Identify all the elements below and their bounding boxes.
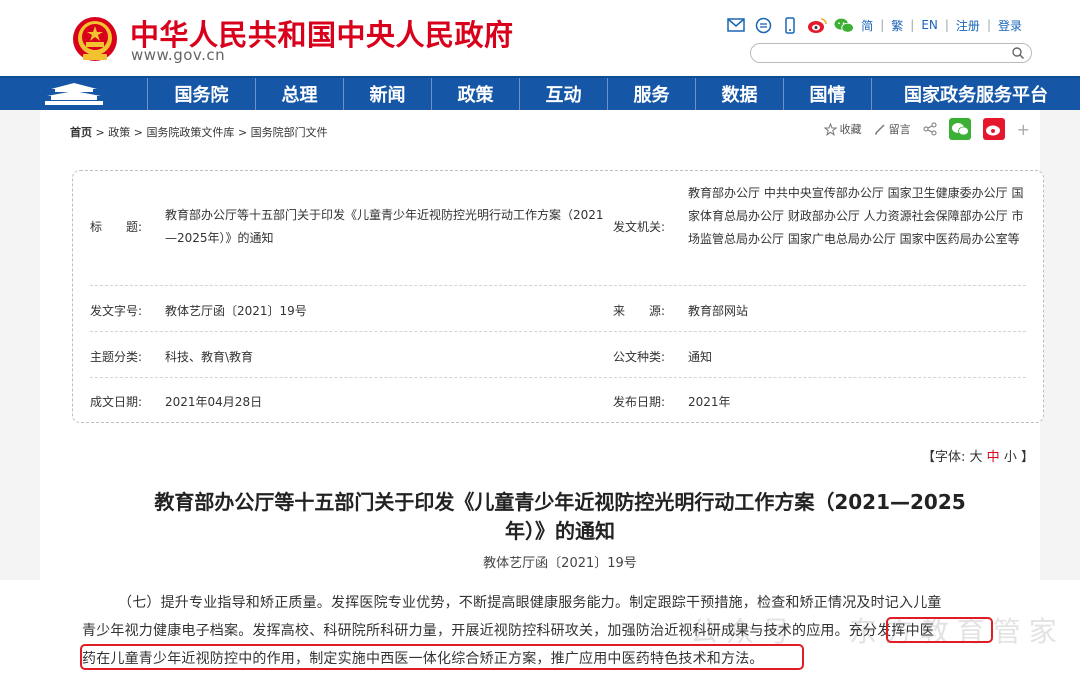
main-nav: 国务院 总理 新闻 政策 互动 服务 数据 国情 国家政务服务平台 bbox=[0, 76, 1080, 110]
share-weibo-button[interactable] bbox=[982, 118, 1005, 140]
breadcrumb-policy[interactable]: 政策 bbox=[108, 126, 130, 139]
divider: | bbox=[986, 18, 991, 32]
share-wechat-button[interactable] bbox=[948, 118, 971, 140]
title-label: 标 题: bbox=[90, 220, 143, 234]
comment-label: 留言 bbox=[888, 123, 911, 136]
date-value: 2021年04月28日 bbox=[165, 395, 263, 409]
top-links: 简 | 繁 | EN | 注册 | 登录 bbox=[726, 16, 1022, 34]
top-link-login[interactable]: 登录 bbox=[998, 17, 1022, 34]
divider: | bbox=[880, 18, 885, 32]
nav-item-interaction[interactable]: 互动 bbox=[520, 78, 608, 110]
top-link-simplified[interactable]: 简 bbox=[861, 17, 873, 34]
source-label: 来 源: bbox=[613, 304, 666, 318]
nav-item-news[interactable]: 新闻 bbox=[344, 78, 432, 110]
breadcrumb-separator: > bbox=[95, 126, 109, 139]
share-icon[interactable] bbox=[923, 122, 937, 136]
nav-home-button[interactable] bbox=[0, 78, 148, 110]
more-share-icon[interactable]: + bbox=[1017, 120, 1030, 139]
national-emblem-icon[interactable] bbox=[71, 14, 119, 64]
top-link-english[interactable]: EN bbox=[921, 18, 938, 32]
issuer-label: 发文机关: bbox=[613, 220, 666, 234]
info-row-topic: 主题分类: 科技、教育\教育 公文种类: 通知 bbox=[90, 332, 1026, 378]
paragraph-line: 青少年视力健康电子档案。发挥高校、科研院所科研力量，开展近视防控科研攻关，加强防… bbox=[82, 623, 934, 639]
highlight-box bbox=[80, 644, 804, 670]
divider: | bbox=[910, 18, 915, 32]
search-icon[interactable] bbox=[1011, 46, 1025, 60]
divider: | bbox=[944, 18, 949, 32]
nav-item-policy[interactable]: 政策 bbox=[432, 78, 520, 110]
font-size-prefix: 【字体: bbox=[921, 450, 966, 465]
star-icon bbox=[823, 122, 837, 136]
favorite-button[interactable]: 收藏 bbox=[823, 121, 862, 137]
font-size-medium[interactable]: 中 bbox=[987, 450, 1000, 465]
document-title-line: 教育部办公厅等十五部门关于印发《儿童青少年近视防控光明行动工作方案（2021—2… bbox=[154, 490, 966, 514]
mobile-icon[interactable] bbox=[780, 16, 800, 34]
date-label: 成文日期: bbox=[90, 395, 143, 409]
doc-type-value: 通知 bbox=[688, 350, 713, 364]
info-row-docno: 发文字号: 教体艺厅函〔2021〕19号 来 源: 教育部网站 bbox=[90, 286, 1026, 332]
nav-item-national-info[interactable]: 国情 bbox=[784, 78, 872, 110]
page-actions: 收藏 留言 + bbox=[823, 118, 1030, 140]
nav-item-premier[interactable]: 总理 bbox=[256, 78, 344, 110]
weibo-icon[interactable] bbox=[807, 16, 827, 34]
nav-item-gov-service-platform[interactable]: 国家政务服务平台 bbox=[872, 78, 1080, 110]
favorite-label: 收藏 bbox=[839, 123, 862, 136]
top-link-register[interactable]: 注册 bbox=[956, 17, 980, 34]
document-number: 教体艺厅函〔2021〕19号 bbox=[483, 556, 637, 571]
site-header: 中华人民共和国中央人民政府 www.gov.cn 简 | 繁 | EN | 注册… bbox=[0, 0, 1080, 76]
top-link-traditional[interactable]: 繁 bbox=[891, 17, 903, 34]
breadcrumb-separator: > bbox=[237, 126, 251, 139]
breadcrumb-separator: > bbox=[133, 126, 147, 139]
main-content: 首页 > 政策 > 国务院政策文件库 > 国务院部门文件 收藏 留言 + 标 题… bbox=[40, 110, 1044, 580]
info-row-title: 标 题: 教育部办公厅等十五部门关于印发《儿童青少年近视防控光明行动工作方案（2… bbox=[90, 171, 1026, 286]
document-title-line: 年）》的通知 bbox=[505, 519, 615, 543]
mail-icon[interactable] bbox=[726, 16, 746, 34]
article-body: 公众号 · 东方教育管家 （七）提升专业指导和矫正质量。发挥医院专业优势，不断提… bbox=[0, 580, 1080, 673]
wechat-icon bbox=[951, 123, 969, 136]
site-url[interactable]: www.gov.cn bbox=[131, 46, 225, 64]
topic-value: 科技、教育\教育 bbox=[165, 350, 254, 364]
doc-no-value: 教体艺厅函〔2021〕19号 bbox=[165, 304, 307, 318]
nav-item-data[interactable]: 数据 bbox=[696, 78, 784, 110]
nav-item-state-council[interactable]: 国务院 bbox=[148, 78, 256, 110]
document-info-table: 标 题: 教育部办公厅等十五部门关于印发《儿童青少年近视防控光明行动工作方案（2… bbox=[72, 170, 1044, 423]
publish-date-label: 发布日期: bbox=[613, 395, 666, 409]
breadcrumb-home[interactable]: 首页 bbox=[70, 126, 92, 139]
issuer-value: 教育部办公厅 中共中央宣传部办公厅 国家卫生健康委办公厅 国家体育总局办公厅 财… bbox=[688, 186, 1024, 246]
weibo-icon bbox=[985, 125, 1000, 136]
doc-type-label: 公文种类: bbox=[613, 350, 666, 364]
search-input[interactable] bbox=[750, 43, 1032, 63]
highlight-box bbox=[886, 617, 993, 643]
doc-no-label: 发文字号: bbox=[90, 304, 143, 318]
font-size-suffix: 】 bbox=[1020, 450, 1034, 465]
breadcrumb-policy-library[interactable]: 国务院政策文件库 bbox=[146, 126, 234, 139]
source-value: 教育部网站 bbox=[688, 304, 749, 318]
document-title: 教育部办公厅等十五部门关于印发《儿童青少年近视防控光明行动工作方案（2021—2… bbox=[110, 488, 1010, 546]
publish-date-value: 2021年 bbox=[688, 395, 731, 409]
breadcrumb-dept-files[interactable]: 国务院部门文件 bbox=[251, 126, 328, 139]
message-icon[interactable] bbox=[753, 16, 773, 34]
font-size-control: 【字体: 大 中 小 】 bbox=[922, 446, 1034, 465]
wechat-icon[interactable] bbox=[834, 16, 855, 34]
font-size-small[interactable]: 小 bbox=[1004, 450, 1017, 465]
title-value: 教育部办公厅等十五部门关于印发《儿童青少年近视防控光明行动工作方案（2021—2… bbox=[165, 208, 604, 245]
info-row-dates: 成文日期: 2021年04月28日 发布日期: 2021年 bbox=[90, 378, 1026, 422]
breadcrumb: 首页 > 政策 > 国务院政策文件库 > 国务院部门文件 bbox=[70, 124, 328, 140]
nav-item-services[interactable]: 服务 bbox=[608, 78, 696, 110]
topic-label: 主题分类: bbox=[90, 350, 143, 364]
paragraph-line: （七）提升专业指导和矫正质量。发挥医院专业优势，不断提高眼健康服务能力。制定跟踪… bbox=[118, 595, 942, 611]
comment-button[interactable]: 留言 bbox=[874, 121, 911, 137]
tiananmen-icon bbox=[44, 83, 103, 105]
font-size-large[interactable]: 大 bbox=[970, 450, 983, 465]
pen-icon bbox=[874, 124, 885, 135]
